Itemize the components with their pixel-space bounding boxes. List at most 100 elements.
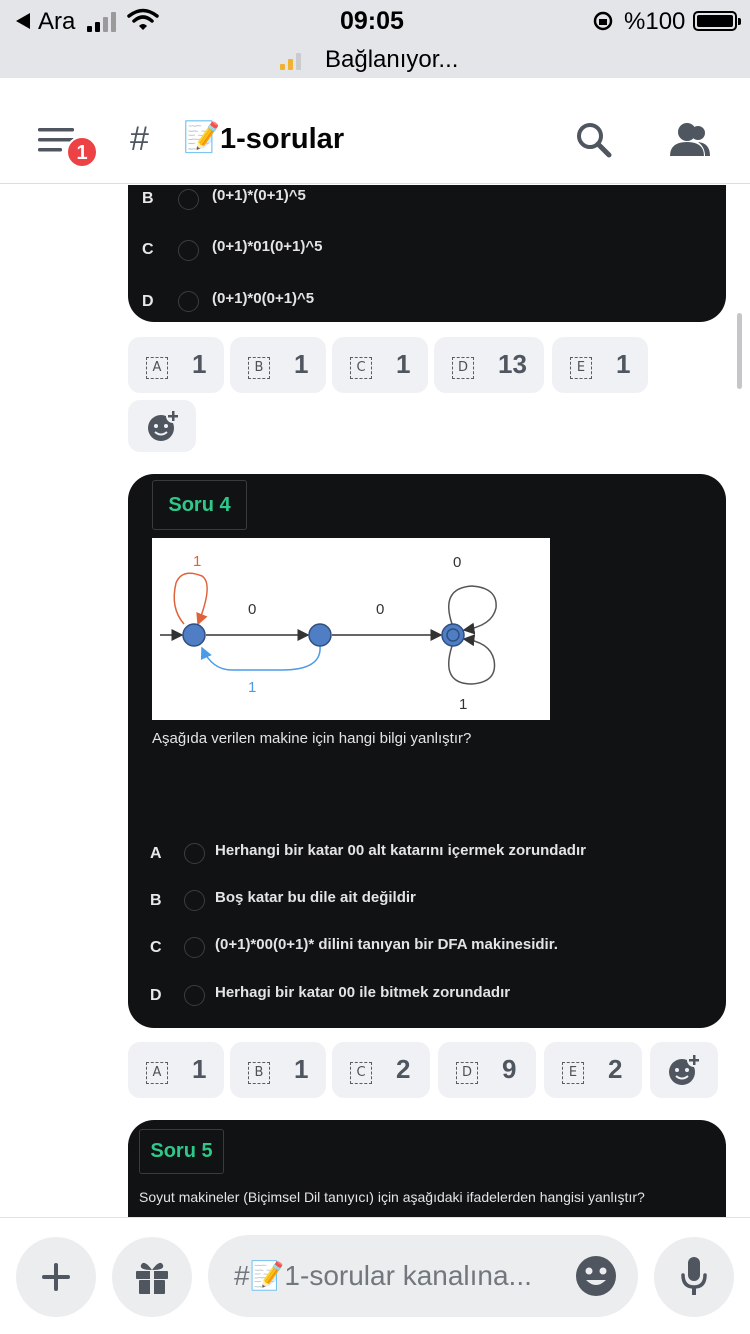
option-text: Herhagi bir katar 00 ile bitmek zorundad… [215,984,511,1001]
question-title-tag: Soru 5 [139,1129,224,1174]
option-text: (0+1)*01(0+1)^5 [212,238,323,255]
add-reaction-button[interactable] [128,400,196,452]
memo-emoji: 📝 [183,121,221,154]
diagram-label: 1 [459,696,468,713]
signal-icon [87,10,121,32]
message-composer: #📝1-sorular kanalına... [0,1217,750,1334]
question4-card: Soru 4 1 0 0 1 0 1 Aşağıda verilen makin… [128,474,726,1028]
reaction-a[interactable]: A 1 [128,337,224,393]
question-text: Soyut makineler (Biçimsel Dil tanıyıcı) … [139,1189,645,1205]
carrier-label: Ara [38,8,76,35]
option-text: Boş katar bu dile ait değildir [215,889,416,906]
diagram-label: 0 [453,554,462,571]
option-letter: D [142,293,154,310]
diagram-label: 0 [248,601,257,618]
reaction-emoji: A [146,357,168,379]
option-text: (0+1)*0(0+1)^5 [212,290,315,307]
option-text: (0+1)*00(0+1)* dilini tanıyan bir DFA ma… [215,936,558,953]
option-letter: D [150,987,162,1004]
emoji-icon[interactable] [574,1254,618,1298]
reaction-emoji: C [350,1062,372,1084]
reaction-b[interactable]: B 1 [230,337,326,393]
option-radio[interactable] [178,189,199,210]
reaction-count: 2 [396,1054,411,1084]
reaction-d[interactable]: D 13 [434,337,544,393]
reaction-emoji: B [248,357,270,379]
reaction-emoji: D [452,357,474,379]
option-letter: B [142,190,154,207]
scrollbar[interactable] [737,313,742,389]
clock: 09:05 [340,7,404,35]
orientation-lock-icon [593,11,613,31]
reaction-count: 1 [294,1054,309,1084]
question5-card: Soru 5 Soyut makineler (Biçimsel Dil tan… [128,1120,726,1217]
microphone-icon [681,1257,707,1295]
reaction-c[interactable]: C 2 [332,1042,430,1098]
battery-icon [693,11,741,31]
option-letter: C [150,939,162,956]
back-arrow-icon[interactable] [14,12,32,30]
message-list[interactable]: B (0+1)*(0+1)^5 C (0+1)*01(0+1)^5 D (0+1… [0,185,750,1217]
state-q1 [308,623,332,647]
automaton-diagram: 1 0 0 1 0 1 [152,538,550,720]
gift-icon [136,1262,168,1294]
state-q2-accept [441,623,465,647]
diagram-label: 1 [248,679,257,696]
add-reaction-icon [148,409,180,441]
state-q0 [182,623,206,647]
add-reaction-icon [669,1053,701,1085]
reaction-emoji: E [562,1062,584,1084]
reaction-count: 1 [192,1054,207,1084]
reaction-e[interactable]: E 1 [552,337,648,393]
add-reaction-button[interactable] [650,1042,718,1098]
connecting-signal-icon [280,50,304,70]
message-input[interactable]: #📝1-sorular kanalına... [208,1235,638,1317]
diagram-label: 0 [376,601,385,618]
plus-icon [42,1263,70,1291]
channel-hash-icon: # [130,120,149,158]
option-letter: B [150,892,162,909]
option-radio[interactable] [184,890,205,911]
channel-header: 1 # 📝 1-sorular [0,78,750,184]
gift-button[interactable] [112,1237,192,1317]
voice-message-button[interactable] [654,1237,734,1317]
message-input-placeholder: #📝1-sorular kanalına... [234,1260,532,1291]
wifi-icon [127,8,159,30]
status-bar: Ara 09:05 %100 Bağlanıyor... [0,0,750,78]
battery-percent: %100 [624,8,686,35]
reaction-d[interactable]: D 9 [438,1042,536,1098]
reaction-e[interactable]: E 2 [544,1042,642,1098]
reaction-count: 13 [498,349,527,379]
question3-card: B (0+1)*(0+1)^5 C (0+1)*01(0+1)^5 D (0+1… [128,185,726,322]
option-radio[interactable] [184,937,205,958]
option-radio[interactable] [184,985,205,1006]
state-diagram-svg [160,572,497,685]
search-icon[interactable] [575,121,613,159]
reaction-count: 2 [608,1054,623,1084]
reaction-emoji: E [570,357,592,379]
connection-status: Bağlanıyor... [325,46,459,73]
reaction-count: 1 [396,349,411,379]
reaction-count: 1 [616,349,631,379]
reaction-emoji: B [248,1062,270,1084]
reaction-count: 1 [192,349,207,379]
reaction-c[interactable]: C 1 [332,337,428,393]
option-text: (0+1)*(0+1)^5 [212,187,306,204]
reaction-count: 1 [294,349,309,379]
option-radio[interactable] [178,240,199,261]
reaction-b[interactable]: B 1 [230,1042,326,1098]
option-text: Herhangi bir katar 00 alt katarını içerm… [215,842,586,859]
reaction-emoji: C [350,357,372,379]
question-title-tag: Soru 4 [152,480,247,530]
reaction-a[interactable]: A 1 [128,1042,224,1098]
option-radio[interactable] [184,843,205,864]
option-letter: C [142,241,154,258]
question-text: Aşağıda verilen makine için hangi bilgi … [152,730,472,747]
notification-badge: 1 [66,136,98,168]
channel-title[interactable]: 1-sorular [220,123,344,156]
add-attachment-button[interactable] [16,1237,96,1317]
option-letter: A [150,845,162,862]
members-icon[interactable] [668,122,712,158]
reaction-emoji: D [456,1062,478,1084]
option-radio[interactable] [178,291,199,312]
